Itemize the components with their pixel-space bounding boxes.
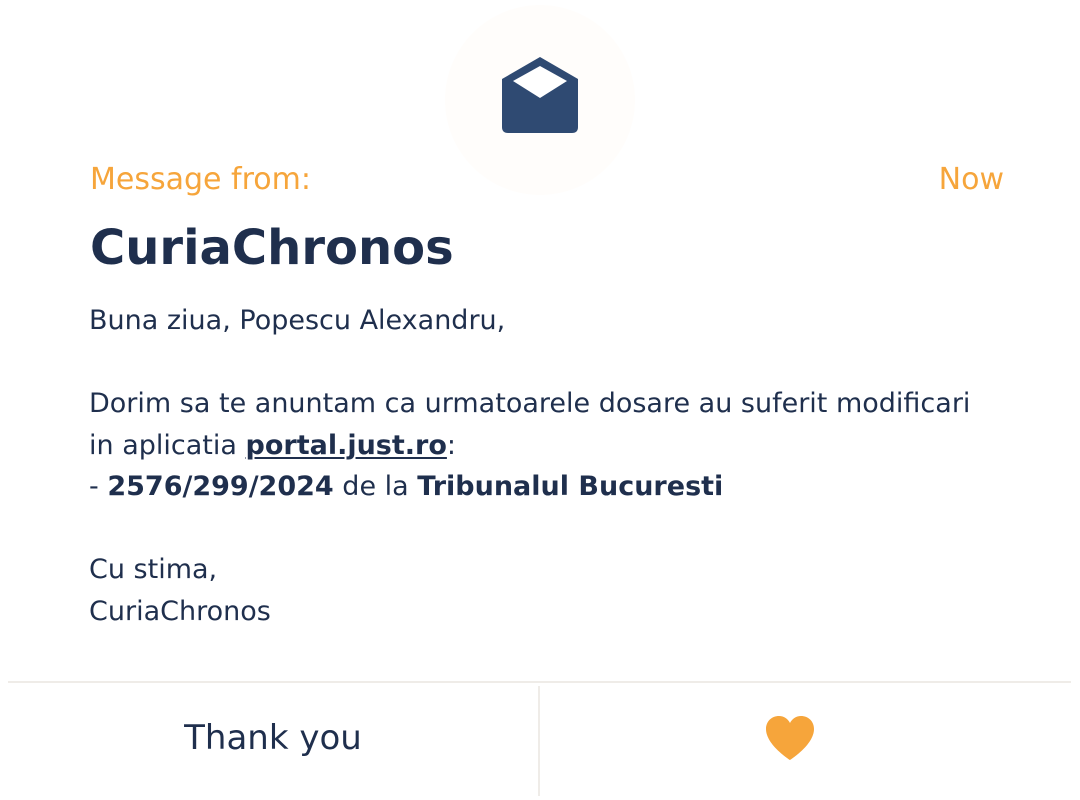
court-name: Tribunalul Bucuresti [417, 471, 724, 502]
message-intro-text: Dorim sa te anuntam ca urmatoarele dosar… [89, 388, 971, 461]
envelope-open-icon [502, 57, 578, 133]
message-from-label: Message from: [90, 162, 311, 197]
heart-icon [766, 716, 814, 760]
message-body: Buna ziua, Popescu Alexandru, Dorim sa t… [89, 300, 989, 632]
sender-name: CuriaChronos [90, 220, 454, 276]
case-prefix: - [89, 471, 108, 502]
case-mid-text: de la [333, 471, 418, 502]
message-closing: Cu stima, [89, 554, 218, 585]
like-button[interactable] [540, 683, 1040, 793]
message-greeting: Buna ziua, Popescu Alexandru, [89, 305, 506, 336]
message-time: Now [938, 162, 1004, 197]
thank-you-button[interactable]: Thank you [8, 683, 538, 793]
portal-link[interactable]: portal.just.ro [246, 430, 447, 461]
message-intro-paragraph: Dorim sa te anuntam ca urmatoarele dosar… [89, 383, 989, 466]
message-colon: : [446, 429, 457, 461]
case-number: 2576/299/2024 [107, 471, 334, 502]
case-line: - 2576/299/2024 de la Tribunalul Bucures… [89, 466, 989, 508]
message-signature: CuriaChronos [89, 595, 271, 627]
envelope-icon-badge [445, 5, 635, 195]
